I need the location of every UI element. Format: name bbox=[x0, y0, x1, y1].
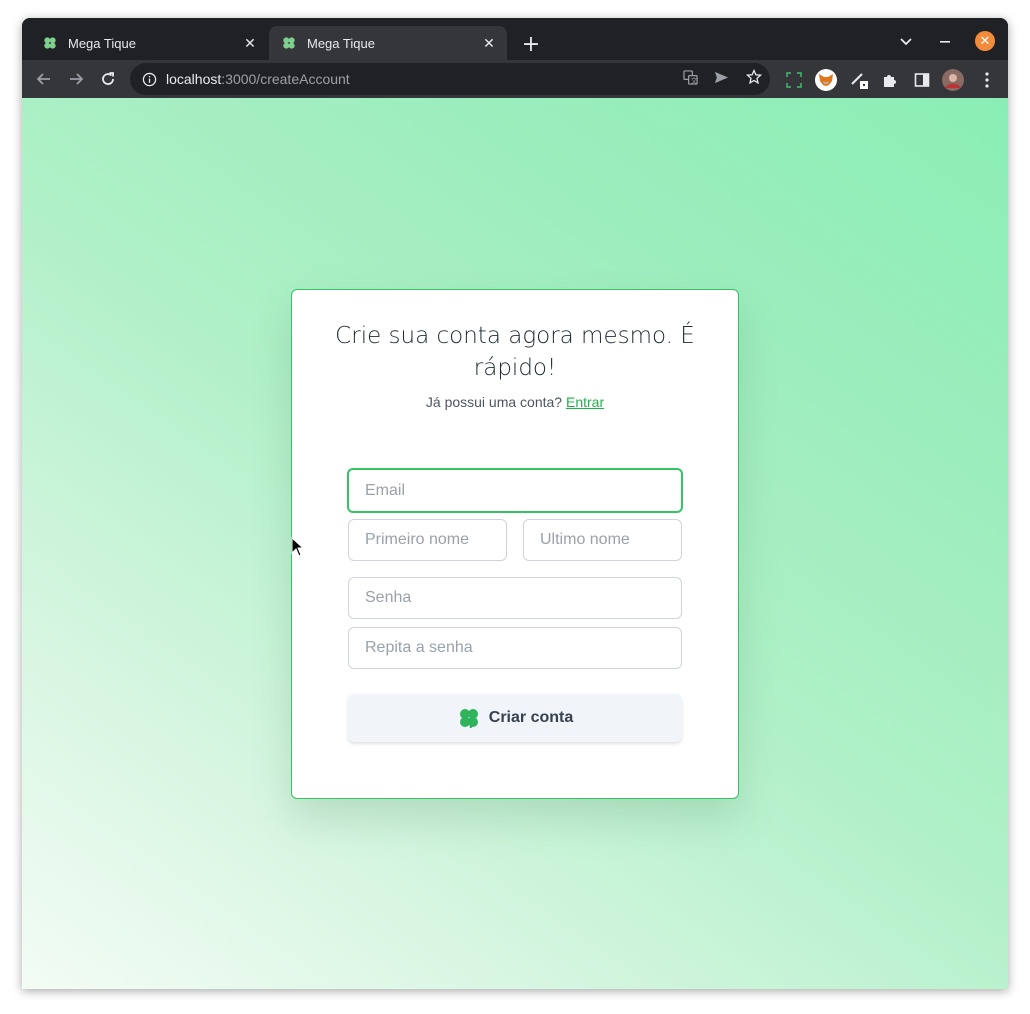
tab-title: Mega Tique bbox=[68, 35, 136, 51]
tab-search-chevron-icon[interactable] bbox=[894, 30, 918, 54]
address-bar[interactable]: localhost:3000/createAccount bbox=[130, 63, 770, 95]
close-window-button[interactable]: ✕ bbox=[975, 31, 995, 51]
page-title: Crie sua conta agora mesmo. É rápido! bbox=[335, 323, 695, 381]
last-name-field[interactable] bbox=[523, 519, 682, 561]
forward-arrow-icon[interactable] bbox=[64, 67, 88, 91]
browser-toolbar: localhost:3000/createAccount 文 bbox=[22, 60, 1008, 98]
back-arrow-icon[interactable] bbox=[32, 67, 56, 91]
pen-icon[interactable] bbox=[848, 69, 870, 91]
page-viewport: Crie sua conta agora mesmo. É rápido! Já… bbox=[22, 98, 1008, 989]
clover-icon bbox=[42, 35, 58, 51]
url-text: localhost:3000/createAccount bbox=[166, 71, 350, 87]
screenshot-icon[interactable] bbox=[783, 69, 805, 91]
repeat-password-field[interactable] bbox=[348, 627, 682, 669]
minimize-button[interactable] bbox=[933, 30, 957, 54]
close-tab-icon[interactable]: ✕ bbox=[242, 35, 258, 51]
metamask-fox-icon[interactable] bbox=[815, 69, 837, 91]
reload-icon[interactable] bbox=[96, 67, 120, 91]
email-field[interactable] bbox=[347, 468, 683, 513]
close-tab-icon[interactable]: ✕ bbox=[481, 35, 497, 51]
login-prompt: Já possui uma conta? Entrar bbox=[292, 394, 738, 410]
kebab-menu-icon[interactable] bbox=[976, 69, 998, 91]
tab-mega-tique-1[interactable]: Mega Tique ✕ bbox=[30, 26, 268, 60]
profile-avatar[interactable] bbox=[942, 69, 964, 91]
info-icon[interactable] bbox=[140, 70, 158, 88]
url-host: localhost bbox=[166, 71, 222, 87]
mouse-cursor-icon bbox=[291, 537, 305, 557]
create-account-card: Crie sua conta agora mesmo. É rápido! Já… bbox=[291, 289, 739, 799]
tab-mega-tique-2[interactable]: Mega Tique ✕ bbox=[269, 26, 507, 60]
puzzle-extensions-icon[interactable] bbox=[879, 69, 901, 91]
browser-window: Mega Tique ✕ Mega Tique ✕ + ✕ localhost:… bbox=[22, 18, 1008, 989]
create-account-button[interactable]: Criar conta bbox=[348, 694, 682, 742]
url-path: :3000/createAccount bbox=[221, 71, 350, 87]
clover-icon bbox=[281, 35, 297, 51]
login-link[interactable]: Entrar bbox=[566, 394, 604, 410]
new-tab-button[interactable]: + bbox=[519, 32, 543, 57]
login-prompt-text: Já possui uma conta? bbox=[425, 394, 563, 410]
translate-icon[interactable]: 文 bbox=[680, 67, 700, 87]
tab-title: Mega Tique bbox=[307, 35, 375, 51]
side-panel-icon[interactable] bbox=[911, 69, 933, 91]
tab-strip: Mega Tique ✕ Mega Tique ✕ + ✕ bbox=[22, 18, 1008, 60]
create-account-label: Criar conta bbox=[488, 709, 574, 726]
svg-text:文: 文 bbox=[690, 75, 697, 84]
password-field[interactable] bbox=[348, 577, 682, 619]
clover-icon bbox=[457, 706, 481, 730]
star-icon[interactable] bbox=[744, 67, 764, 87]
send-icon[interactable] bbox=[711, 67, 731, 87]
first-name-field[interactable] bbox=[348, 519, 507, 561]
